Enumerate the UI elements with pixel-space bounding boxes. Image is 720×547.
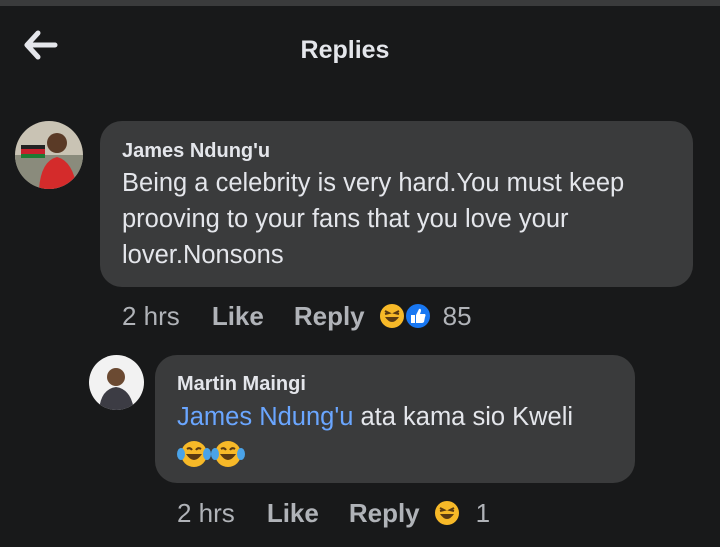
comment-text-body: ata kama sio Kweli [353,403,574,431]
reply-button[interactable]: Reply [294,301,365,332]
comment-time: 2 hrs [177,497,235,528]
tears-of-joy-emoji-icon [211,439,245,474]
thumbs-up-icon[interactable] [403,301,433,331]
mention-link[interactable]: James Ndung'u [177,403,353,431]
avatar[interactable] [89,355,144,410]
comment-author[interactable]: Martin Maingi [177,373,306,396]
page-title: Replies [300,36,390,64]
like-button[interactable]: Like [267,498,319,529]
comment-bubble[interactable]: Martin Maingi James Ndung'u ata kama sio… [155,355,635,483]
tears-of-joy-emoji-icon [177,439,211,474]
like-button[interactable]: Like [212,301,264,332]
comment-text: Being a celebrity is very hard.You must … [122,169,625,269]
comment-author[interactable]: James Ndung'u [122,140,270,163]
comment-time: 2 hrs [122,300,180,331]
reply-button[interactable]: Reply [349,498,420,529]
comment-text: James Ndung'u ata kama sio Kweli [177,399,617,435]
reaction-count[interactable]: 85 [443,301,472,332]
header: Replies [0,6,720,86]
reaction-count[interactable]: 1 [476,498,490,529]
emoji-row [177,439,245,474]
comment-bubble[interactable]: James Ndung'u Being a celebrity is very … [100,121,693,287]
comment-actions: 2 hrs Like Reply 1 [177,497,490,529]
laughing-emoji-icon[interactable] [432,498,462,528]
comment-actions: 2 hrs Like Reply 85 [122,300,472,332]
avatar[interactable] [15,121,83,189]
